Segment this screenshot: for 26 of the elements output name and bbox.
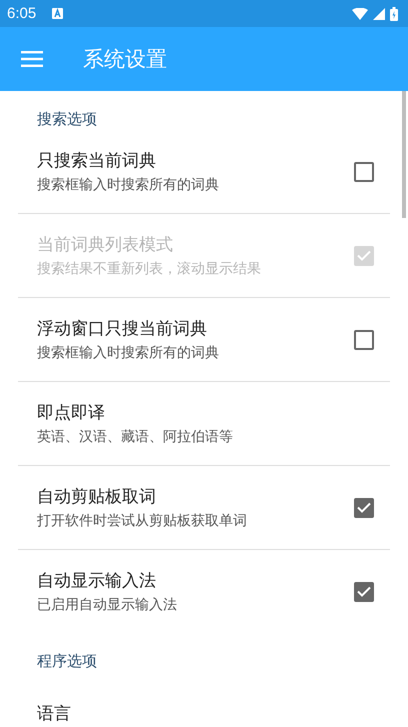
item-summary: 英语、汉语、藏语、阿拉伯语等 [37, 428, 233, 446]
item-summary: 搜索结果不重新列表，滚动显示结果 [37, 260, 261, 278]
item-title[interactable]: 自动显示输入法 [37, 569, 177, 592]
battery-icon [390, 6, 398, 20]
item-title[interactable]: 语言 [37, 702, 71, 725]
section-header: 程序选项 [36, 651, 98, 672]
checkbox[interactable] [354, 582, 374, 602]
item-title[interactable]: 只搜索当前词典 [37, 149, 219, 172]
signal-icon [373, 8, 385, 20]
menu-button[interactable] [21, 51, 43, 67]
item-title[interactable]: 自动剪贴板取词 [37, 485, 247, 508]
checkbox[interactable] [354, 498, 374, 518]
notification-icon [52, 8, 64, 19]
item-title[interactable]: 即点即译 [37, 401, 233, 424]
status-time: 6:05 [7, 5, 36, 22]
item-title[interactable]: 浮动窗口只搜当前词典 [37, 317, 219, 340]
app-title: 系统设置 [83, 46, 167, 73]
item-summary: 搜索框输入时搜索所有的词典 [37, 176, 219, 194]
section-header: 搜索选项 [36, 109, 98, 130]
item-summary: 打开软件时尝试从剪贴板获取单词 [37, 512, 247, 530]
checkbox[interactable] [354, 330, 374, 350]
wifi-icon [352, 8, 368, 20]
item-title: 当前词典列表模式 [37, 234, 174, 256]
checkbox[interactable] [354, 162, 374, 182]
item-summary: 已启用自动显示输入法 [37, 596, 177, 614]
item-summary: 搜索框输入时搜索所有的词典 [37, 344, 219, 362]
